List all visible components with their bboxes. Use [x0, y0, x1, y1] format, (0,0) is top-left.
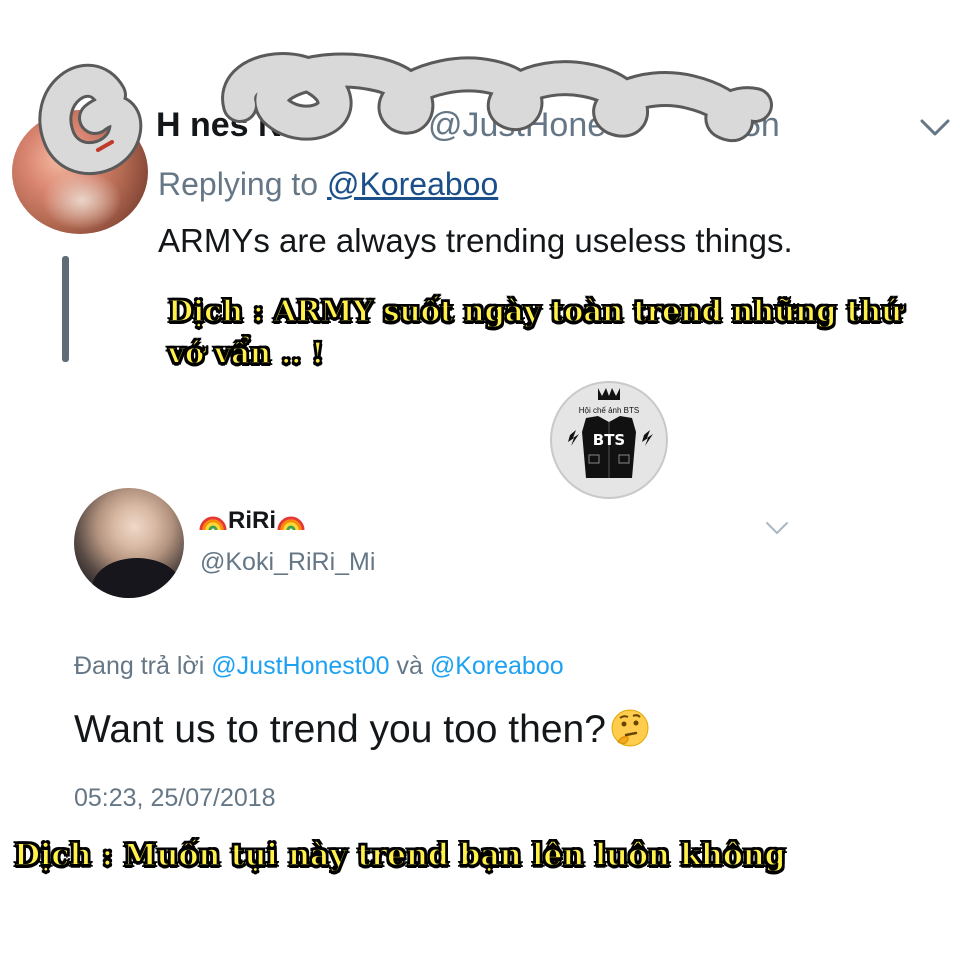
logo-top-text: Hội chế ảnh BTS — [579, 406, 639, 415]
tweet2-name-text: RiRi — [228, 507, 276, 534]
tweet2-display-name[interactable]: RiRi — [198, 507, 306, 535]
thinking-face-icon — [611, 709, 649, 747]
tweet2-chevron-down-icon[interactable] — [764, 518, 790, 538]
tweet2-text: Want us to trend you too then? — [74, 708, 606, 751]
tweet2-text-line: Want us to trend you too then? — [74, 708, 650, 752]
tweet1-chevron-down-icon[interactable] — [918, 112, 952, 142]
rainbow-icon — [277, 516, 305, 531]
tweet2-reply-join: và — [389, 652, 430, 680]
tweet1-replying-to: Replying to @Koreaboo — [158, 166, 498, 203]
translation-caption-2: Dịch : Muốn tụi này trend bạn lên luôn k… — [13, 837, 786, 874]
rainbow-icon — [199, 516, 227, 531]
tweet1-handle[interactable]: @JustHone o — [428, 106, 635, 145]
tweet2-handle[interactable]: @Koki_RiRi_Mi — [200, 548, 375, 577]
tweet2-reply-mention2-link[interactable]: @Koreaboo — [430, 652, 564, 680]
tweet1-avatar[interactable] — [12, 110, 148, 234]
tweet2-avatar[interactable] — [74, 488, 184, 598]
tweet2-timestamp: 05:23, 25/07/2018 — [74, 784, 276, 812]
tweet1-reply-prefix: Replying to — [158, 166, 327, 202]
tweet1-timestamp[interactable]: 5h — [742, 106, 780, 145]
caption1-line1: Dịch : ARMY suốt ngày toàn trend những t… — [167, 293, 903, 329]
tweet1-text: ARMYs are always trending useless things… — [158, 222, 793, 259]
tweet1-reply-mention-link[interactable]: @Koreaboo — [327, 166, 498, 202]
logo-center-text: BTS — [593, 431, 625, 449]
tweet2-replying-to: Đang trả lời @JustHonest00 và @Koreaboo — [74, 652, 564, 681]
tweet2-reply-mention1-link[interactable]: @JustHonest00 — [211, 652, 389, 680]
thread-connector-line — [62, 256, 69, 362]
caption1-line2: vớ vẩn .. ! — [167, 335, 325, 371]
translation-caption-1: Dịch : ARMY suốt ngày toàn trend những t… — [167, 290, 903, 374]
tweet1-display-name[interactable]: H nes NK — [156, 106, 307, 145]
bts-group-logo: Hội chế ảnh BTS BTS — [550, 381, 668, 499]
tweet2-reply-prefix: Đang trả lời — [74, 652, 212, 680]
